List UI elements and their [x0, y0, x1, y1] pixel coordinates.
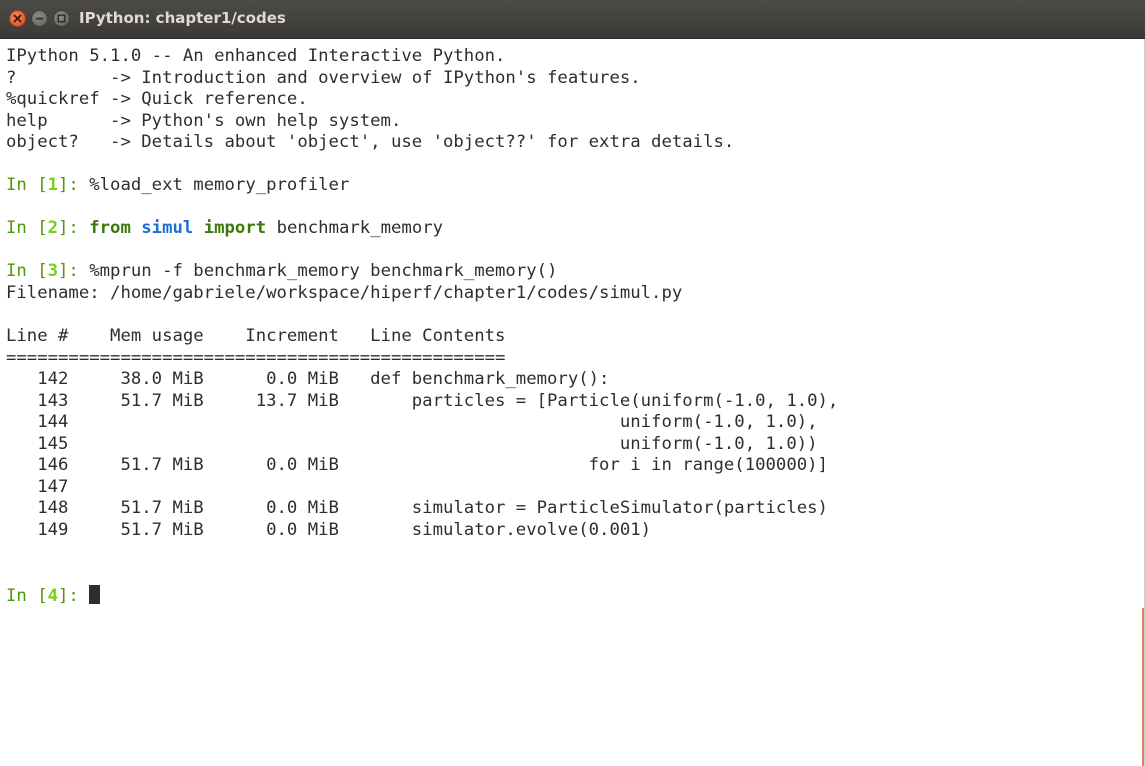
output-filename: Filename: /home/gabriele/workspace/hiper… — [6, 283, 683, 304]
cell-code: %load_ext memory_profiler — [89, 175, 350, 196]
input-prompt: In [3]: — [6, 261, 90, 282]
banner-line: %quickref -> Quick reference. — [6, 89, 308, 110]
import-target: benchmark_memory — [276, 218, 444, 239]
minimize-icon[interactable] — [31, 10, 48, 27]
table-row: 145 uniform(-1.0, 1.0)) — [6, 433, 818, 454]
table-row: 147 — [6, 476, 69, 497]
table-row: 144 uniform(-1.0, 1.0), — [6, 412, 818, 433]
banner-line: ? -> Introduction and overview of IPytho… — [6, 67, 641, 88]
input-cell: In [3]: %mprun -f benchmark_memory bench… — [6, 261, 1144, 283]
module-name: simul — [141, 218, 194, 239]
title-bar[interactable]: IPython: chapter1/codes — [0, 0, 1145, 39]
input-cell-active[interactable]: In [4]: — [6, 584, 1144, 607]
maximize-icon[interactable] — [53, 10, 70, 27]
table-separator: ========================================… — [6, 347, 506, 368]
banner-line: object? -> Details about 'object', use '… — [6, 132, 735, 153]
table-row: 146 51.7 MiB 0.0 MiB for i in range(1000… — [6, 455, 828, 476]
keyword-from: from — [89, 218, 131, 239]
terminal-output[interactable]: IPython 5.1.0 -- An enhanced Interactive… — [6, 46, 1144, 766]
banner-line: IPython 5.1.0 -- An enhanced Interactive… — [6, 46, 506, 66]
window-title: IPython: chapter1/codes — [79, 9, 286, 27]
input-prompt: In [1]: — [6, 175, 90, 196]
close-icon[interactable] — [9, 10, 26, 27]
table-header: Line # Mem usage Increment Line Contents — [6, 326, 506, 347]
input-cell: In [1]: %load_ext memory_profiler — [6, 175, 1144, 197]
input-prompt: In [2]: — [6, 218, 90, 239]
keyword-import: import — [203, 218, 267, 239]
banner-line: help -> Python's own help system. — [6, 110, 402, 131]
text-cursor[interactable] — [89, 584, 101, 604]
scrollbar-indicator[interactable] — [1142, 608, 1144, 766]
cell-code: %mprun -f benchmark_memory benchmark_mem… — [89, 261, 558, 282]
table-row: 149 51.7 MiB 0.0 MiB simulator.evolve(0.… — [6, 520, 652, 541]
terminal-window: IPython: chapter1/codes IPython 5.1.0 --… — [0, 0, 1145, 766]
input-cell: In [2]: from simul import benchmark_memo… — [6, 218, 1144, 240]
table-row: 143 51.7 MiB 13.7 MiB particles = [Parti… — [6, 390, 839, 411]
input-prompt: In [4]: — [6, 585, 90, 606]
table-row: 142 38.0 MiB 0.0 MiB def benchmark_memor… — [6, 369, 610, 390]
table-row: 148 51.7 MiB 0.0 MiB simulator = Particl… — [6, 498, 828, 519]
